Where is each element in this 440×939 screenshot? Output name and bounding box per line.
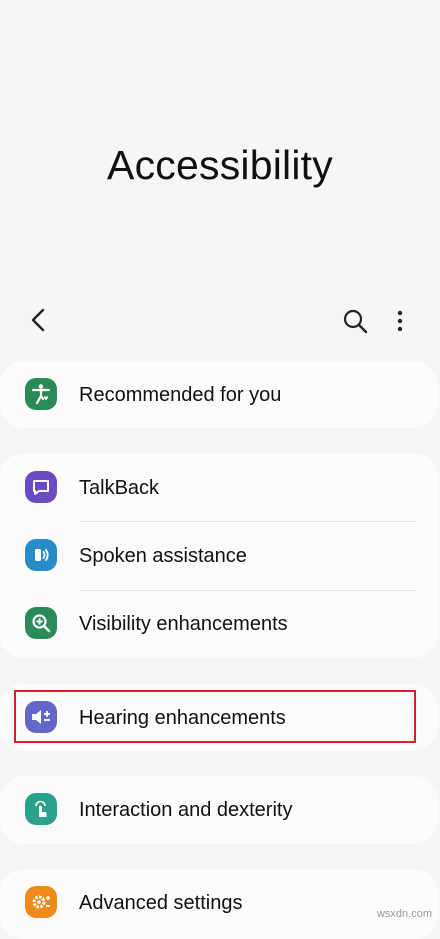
watermark: wsxdn.com [376,908,432,920]
search-icon [343,309,368,334]
menu-item-label: Visibility enhancements [79,613,288,635]
magnifier-icon [25,607,57,639]
menu-item-recommended[interactable]: Recommended for you [0,362,438,428]
advanced-settings-icon [25,886,57,918]
spoken-assistance-icon [25,539,57,571]
menu-item-spoken-assistance[interactable]: Spoken assistance [0,523,438,589]
card-interaction: Interaction and dexterity [0,776,438,844]
talkback-icon [25,471,57,503]
menu-item-label: Recommended for you [79,384,282,406]
page-title: Accessibility [107,142,333,188]
touch-icon [25,793,57,825]
back-button[interactable] [24,305,54,335]
divider [79,521,416,522]
search-button[interactable] [340,306,370,336]
menu-item-label: Advanced settings [79,892,243,914]
back-chevron-icon [31,308,45,332]
menu-item-talkback[interactable]: TalkBack [0,455,438,521]
menu-item-label: Spoken assistance [79,545,247,567]
highlight-box [14,690,416,743]
top-toolbar [0,300,440,342]
menu-item-advanced[interactable]: Advanced settings [0,870,438,936]
menu-item-label: Interaction and dexterity [79,799,293,821]
menu-item-interaction[interactable]: Interaction and dexterity [0,777,438,843]
menu-item-label: TalkBack [79,477,160,499]
card-vision: TalkBack Spoken assistance Visibility en… [0,453,438,658]
more-options-button[interactable] [388,306,412,336]
accessibility-person-icon [25,378,57,410]
card-advanced: Advanced settings [0,869,438,939]
card-recommended: Recommended for you [0,361,438,428]
more-vert-icon [397,310,403,332]
menu-item-visibility[interactable]: Visibility enhancements [0,591,438,657]
